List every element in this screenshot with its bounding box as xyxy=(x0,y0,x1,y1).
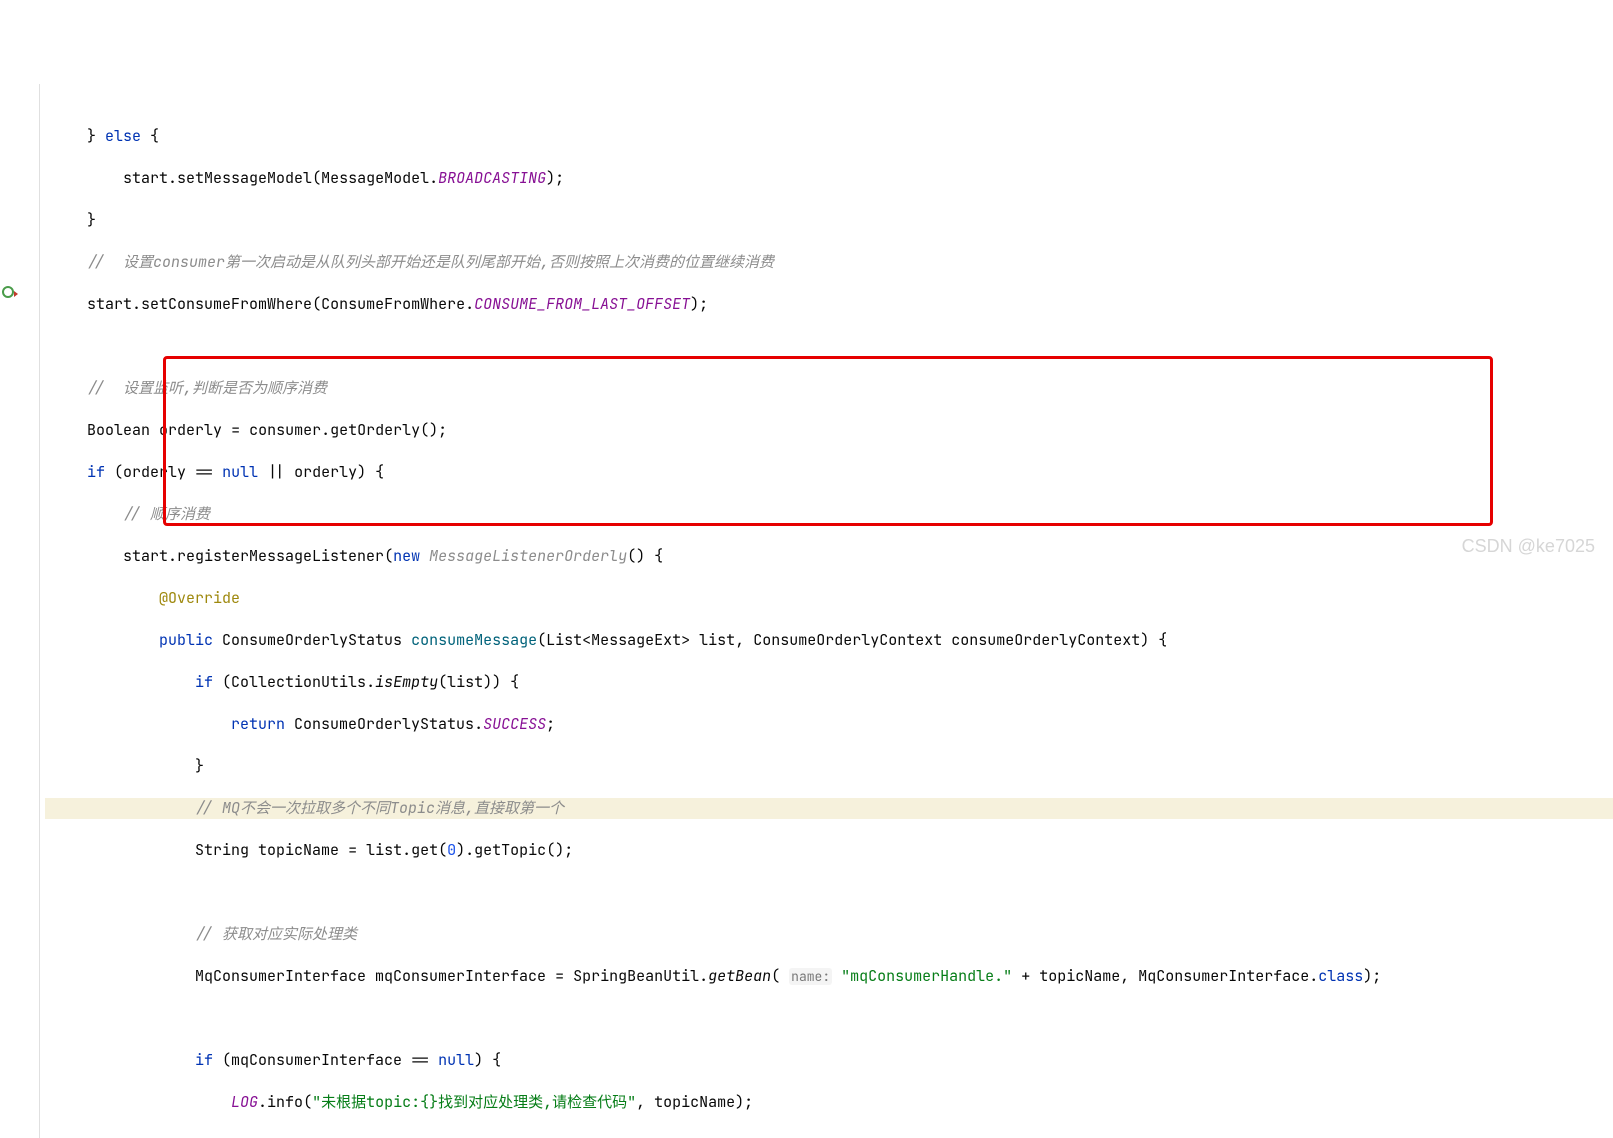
method: info xyxy=(267,1092,303,1112)
var: topicName xyxy=(258,840,339,860)
code-line[interactable]: return ConsumeOrderlyStatus.SUCCESS; xyxy=(45,714,1613,735)
code-line[interactable]: start.setConsumeFromWhere(ConsumeFromWhe… xyxy=(45,294,1613,315)
keyword-if: if xyxy=(87,462,105,482)
var: start xyxy=(87,294,132,314)
gutter xyxy=(0,84,40,1138)
param-hint: name: xyxy=(789,968,832,985)
method: setMessageModel xyxy=(177,168,312,188)
constant: SUCCESS xyxy=(483,714,546,734)
code-line[interactable]: // 设置监听,判断是否为顺序消费 xyxy=(45,378,1613,399)
type: MessageExt xyxy=(591,630,681,650)
comment: // 顺序消费 xyxy=(123,504,210,524)
type: CollectionUtils xyxy=(231,672,366,692)
var: consumer xyxy=(249,420,321,440)
code-line[interactable]: MqConsumerInterface mqConsumerInterface … xyxy=(45,966,1613,987)
code-line[interactable] xyxy=(45,882,1613,903)
override-gutter-icon[interactable] xyxy=(2,286,14,298)
type: List xyxy=(546,630,582,650)
code-line[interactable]: public ConsumeOrderlyStatus consumeMessa… xyxy=(45,630,1613,651)
string: "mqConsumerHandle." xyxy=(841,966,1012,986)
method: registerMessageListener xyxy=(177,546,384,566)
static-method: getBean xyxy=(708,966,771,986)
code-line[interactable] xyxy=(45,1008,1613,1029)
var: topicName xyxy=(654,1092,735,1112)
var: start xyxy=(123,168,168,188)
code-line-highlighted[interactable]: // MQ不会一次拉取多个不同Topic消息,直接取第一个 xyxy=(45,798,1613,819)
code-line[interactable]: } xyxy=(45,210,1613,231)
type: ConsumeOrderlyStatus xyxy=(222,630,402,650)
code-line[interactable]: start.setMessageModel(MessageModel.BROAD… xyxy=(45,168,1613,189)
keyword-new: new xyxy=(393,546,420,566)
param: list xyxy=(699,630,735,650)
method: getOrderly xyxy=(330,420,420,440)
code-line[interactable]: if (orderly == null || orderly) { xyxy=(45,462,1613,483)
keyword-if: if xyxy=(195,1050,213,1070)
type: ConsumeOrderlyStatus xyxy=(294,1134,474,1138)
keyword-class: class xyxy=(1318,966,1363,986)
code-line[interactable]: } else { xyxy=(45,126,1613,147)
type: MqConsumerInterface xyxy=(1138,966,1309,986)
code-line[interactable]: LOG.info("未根据topic:{}找到对应处理类,请检查代码", top… xyxy=(45,1092,1613,1113)
code-line[interactable]: // 设置consumer第一次启动是从队列头部开始还是队列尾部开始,否则按照上… xyxy=(45,252,1613,273)
keyword-else: else xyxy=(105,126,141,146)
code-line[interactable]: start.registerMessageListener(new Messag… xyxy=(45,546,1613,567)
number: 0 xyxy=(447,840,456,860)
param: consumeOrderlyContext xyxy=(951,630,1140,650)
var: mqConsumerInterface xyxy=(375,966,546,986)
method: get xyxy=(411,840,438,860)
code-editor[interactable]: } else { start.setMessageModel(MessageMo… xyxy=(0,84,1613,1138)
comment: // MQ不会一次拉取多个不同Topic消息,直接取第一个 xyxy=(195,798,564,818)
keyword-return: return xyxy=(231,714,285,734)
var: list xyxy=(366,840,402,860)
var: orderly xyxy=(123,462,186,482)
type: ConsumeFromWhere xyxy=(321,294,465,314)
type: Boolean xyxy=(87,420,150,440)
type: ConsumeOrderlyStatus xyxy=(294,714,474,734)
code-line[interactable]: return ConsumeOrderlyStatus.SUSPEND_CURR… xyxy=(45,1134,1613,1138)
code-line[interactable]: Boolean orderly = consumer.getOrderly(); xyxy=(45,420,1613,441)
type: String xyxy=(195,840,249,860)
code-line[interactable]: String topicName = list.get(0).getTopic(… xyxy=(45,840,1613,861)
method: setConsumeFromWhere xyxy=(141,294,312,314)
type: SpringBeanUtil xyxy=(573,966,699,986)
type: MessageModel xyxy=(321,168,429,188)
code-line[interactable]: @Override xyxy=(45,588,1613,609)
code-line[interactable]: if (CollectionUtils.isEmpty(list)) { xyxy=(45,672,1613,693)
keyword-public: public xyxy=(159,630,213,650)
var: start xyxy=(123,546,168,566)
code-line[interactable]: // 顺序消费 xyxy=(45,504,1613,525)
code-line[interactable] xyxy=(45,336,1613,357)
code-line[interactable]: } xyxy=(45,756,1613,777)
keyword-null: null xyxy=(222,462,258,482)
var: list xyxy=(447,672,483,692)
comment: // 设置监听,判断是否为顺序消费 xyxy=(87,378,327,398)
var: topicName xyxy=(1039,966,1120,986)
keyword-null: null xyxy=(438,1050,474,1070)
constant: SUSPEND_CURRENT_QUEUE_A_MOMENT xyxy=(483,1134,753,1138)
var: mqConsumerInterface xyxy=(231,1050,402,1070)
keyword-return: return xyxy=(231,1134,285,1138)
type: MqConsumerInterface xyxy=(195,966,366,986)
static-method: isEmpty xyxy=(375,672,438,692)
var: orderly xyxy=(159,420,222,440)
comment: // 获取对应实际处理类 xyxy=(195,924,357,944)
comment: // 设置consumer第一次启动是从队列头部开始还是队列尾部开始,否则按照上… xyxy=(87,252,774,272)
var: orderly xyxy=(294,462,357,482)
constant: CONSUME_FROM_LAST_OFFSET xyxy=(474,294,690,314)
constant: BROADCASTING xyxy=(438,168,546,188)
type: ConsumeOrderlyContext xyxy=(753,630,942,650)
anon-class: MessageListenerOrderly xyxy=(429,546,627,566)
keyword-if: if xyxy=(195,672,213,692)
code-line[interactable]: if (mqConsumerInterface == null) { xyxy=(45,1050,1613,1071)
annotation: @Override xyxy=(159,588,240,608)
code-line[interactable]: // 获取对应实际处理类 xyxy=(45,924,1613,945)
string: "未根据topic:{}找到对应处理类,请检查代码" xyxy=(312,1092,636,1112)
constant: LOG xyxy=(231,1092,258,1112)
method-decl: consumeMessage xyxy=(411,630,537,650)
method: getTopic xyxy=(474,840,546,860)
